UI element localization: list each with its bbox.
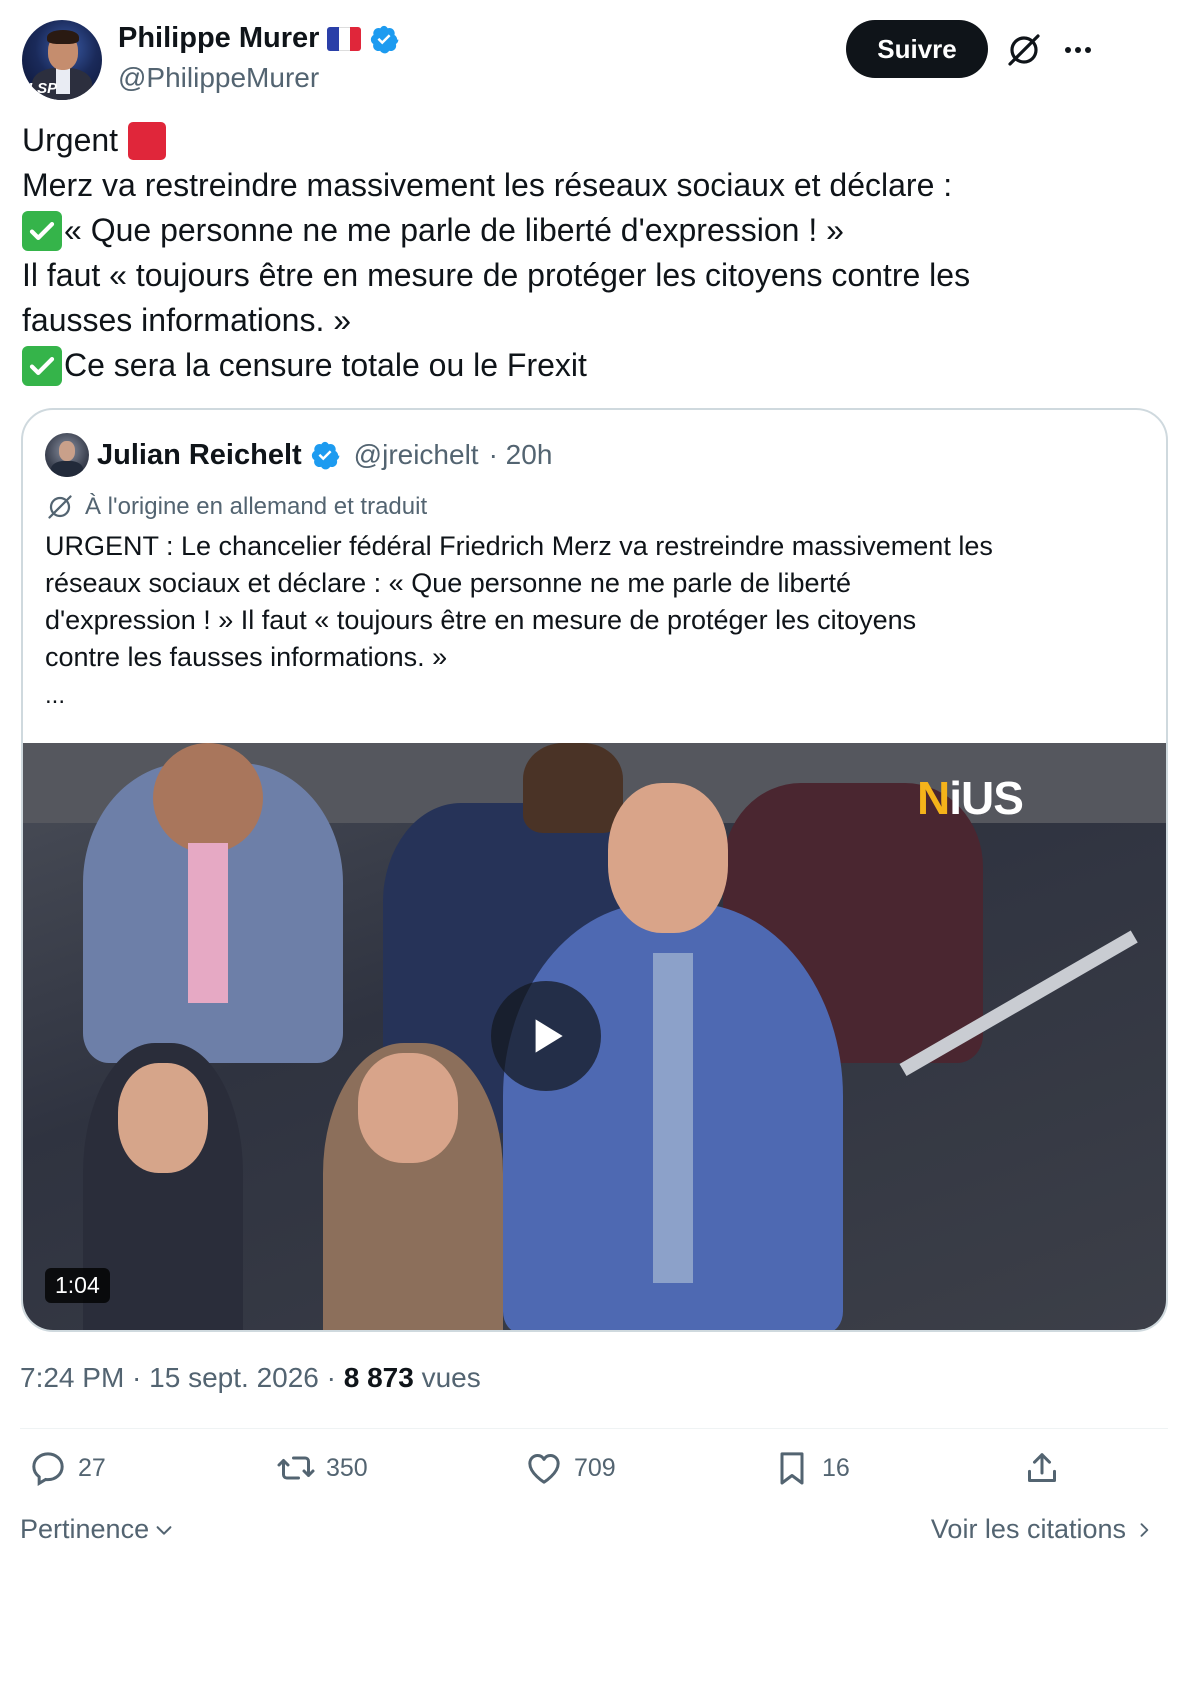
author-name[interactable]: Philippe Murer <box>118 22 319 55</box>
divider <box>20 1428 1168 1429</box>
video-duration: 1:04 <box>45 1268 110 1303</box>
share-icon <box>1028 1453 1056 1482</box>
reply-button[interactable]: 27 <box>28 1448 106 1488</box>
tweet-line: Il faut « toujours être en mesure de pro… <box>22 257 971 293</box>
check-mark-emoji-icon <box>22 345 62 386</box>
tweet-header: LSP Philippe Murer @PhilippeMurer Suivre <box>22 20 1158 100</box>
quoted-tweet-header: Julian Reichelt @jreichelt · 20h <box>45 432 552 478</box>
video-player[interactable]: NiUS 1:04 <box>23 743 1166 1330</box>
chevron-down-icon <box>156 1525 172 1535</box>
follow-button[interactable]: Suivre <box>846 20 988 78</box>
tweet-actions: 27 350 709 16 <box>22 1448 1162 1504</box>
views-label: vues <box>413 1362 481 1393</box>
avatar-logo: LSP <box>28 80 58 97</box>
more-options-icon[interactable] <box>1058 30 1098 70</box>
share-button[interactable] <box>1022 1448 1062 1488</box>
play-button[interactable] <box>491 981 601 1091</box>
bookmark-icon <box>780 1452 804 1485</box>
translation-notice[interactable]: À l'origine en allemand et traduit <box>45 492 427 522</box>
tweet-line: fausses informations. » <box>22 302 352 338</box>
author-avatar[interactable]: LSP <box>22 20 102 100</box>
grok-icon[interactable] <box>1004 30 1044 70</box>
repost-button[interactable]: 350 <box>276 1448 368 1488</box>
tweet-line: Urgent <box>22 118 1152 163</box>
tweet-text: Urgent Merz va restreindre massivement l… <box>22 118 1152 388</box>
author-name-row: Philippe Murer <box>118 22 399 55</box>
heart-icon <box>528 1454 560 1484</box>
red-square-emoji-icon <box>128 121 167 160</box>
view-quotes-link[interactable]: Voir les citations <box>931 1514 1154 1545</box>
chevron-right-icon <box>1140 1522 1149 1537</box>
bookmark-count: 16 <box>822 1453 850 1482</box>
sort-dropdown[interactable]: Pertinence <box>20 1514 175 1545</box>
tweet-meta: 7:24 PM · 15 sept. 2026 · 8 873 vues <box>20 1362 481 1394</box>
quoted-tweet-text: URGENT : Le chancelier fédéral Friedrich… <box>45 531 993 672</box>
verified-badge-icon <box>311 441 340 470</box>
views-count: 8 873 <box>343 1362 414 1393</box>
check-mark-emoji-icon <box>22 210 62 251</box>
show-more-ellipsis[interactable]: ... <box>45 682 65 710</box>
quoted-author-name: Julian Reichelt <box>97 438 302 471</box>
like-count: 709 <box>574 1453 616 1482</box>
quoted-author-avatar <box>45 433 89 477</box>
repost-count: 350 <box>326 1453 368 1482</box>
verified-badge-icon <box>371 25 399 53</box>
nius-watermark: NiUS <box>917 772 1024 824</box>
like-button[interactable]: 709 <box>524 1448 616 1488</box>
sort-label: Pertinence <box>20 1514 150 1544</box>
reply-count: 27 <box>78 1453 106 1482</box>
tweet-line: « Que personne ne me parle de liberté d'… <box>22 208 1152 253</box>
grok-translate-icon <box>48 495 72 519</box>
tweet-timestamp[interactable]: 7:24 PM · 15 sept. 2026 · <box>20 1362 344 1393</box>
view-quotes-label: Voir les citations <box>930 1514 1126 1544</box>
quoted-author-handle: @jreichelt <box>353 439 479 470</box>
france-flag-icon <box>327 26 362 51</box>
play-icon <box>535 1019 563 1053</box>
tweet-line: Merz va restreindre massivement les rése… <box>22 167 953 203</box>
reply-icon <box>32 1452 64 1486</box>
tweet-line: Ce sera la censure totale ou le Frexit <box>22 343 1152 388</box>
translation-label: À l'origine en allemand et traduit <box>85 493 428 520</box>
author-handle[interactable]: @PhilippeMurer <box>118 62 319 94</box>
quoted-tweet-time: · 20h <box>488 439 553 470</box>
replies-controls: Pertinence Voir les citations <box>20 1514 1168 1554</box>
repost-icon <box>277 1456 315 1480</box>
bookmark-button[interactable]: 16 <box>772 1448 850 1488</box>
quoted-tweet-card[interactable]: Julian Reichelt @jreichelt · 20h À l'ori… <box>21 408 1168 1332</box>
